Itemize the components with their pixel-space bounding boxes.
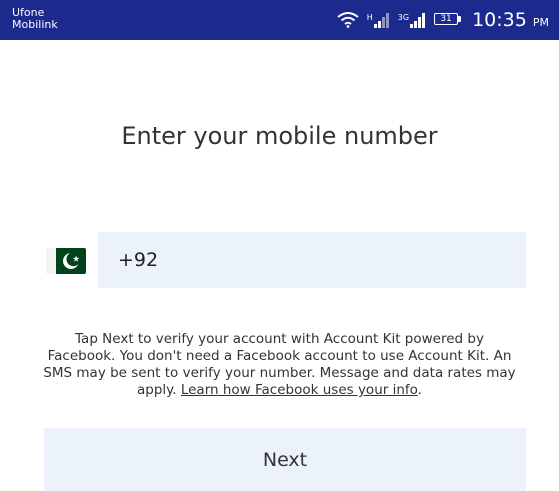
account-kit-screen: Ufone Mobilink H 3G 31 10:35 PM Enter yo… (0, 0, 559, 491)
pakistan-flag-icon[interactable] (46, 248, 86, 274)
signal-1-tag: H (366, 13, 373, 22)
battery-icon: 31 (434, 13, 464, 27)
signal-2-tag: 3G (397, 13, 410, 22)
signal-1: H (367, 12, 390, 28)
clock-suffix: PM (532, 16, 549, 29)
carrier-names: Ufone Mobilink (12, 7, 58, 31)
disclaimer-end: . (417, 382, 422, 398)
carrier-2: Mobilink (12, 18, 58, 31)
battery-level: 31 (434, 13, 459, 25)
wifi-icon (337, 12, 359, 28)
signal-bars-icon (410, 12, 426, 28)
page-title: Enter your mobile number (121, 122, 438, 150)
next-button[interactable]: Next (44, 428, 526, 491)
status-indicators: H 3G 31 10:35 PM (337, 0, 549, 40)
phone-number-input[interactable] (98, 232, 526, 288)
clock: 10:35 PM (472, 9, 549, 31)
clock-time: 10:35 (472, 9, 527, 31)
disclaimer-text: Tap Next to verify your account with Acc… (40, 331, 519, 399)
status-bar: Ufone Mobilink H 3G 31 10:35 PM (0, 0, 559, 40)
facebook-info-link[interactable]: Learn how Facebook uses your info (181, 382, 418, 398)
signal-bars-icon (373, 12, 390, 28)
signal-2: 3G (398, 12, 426, 28)
